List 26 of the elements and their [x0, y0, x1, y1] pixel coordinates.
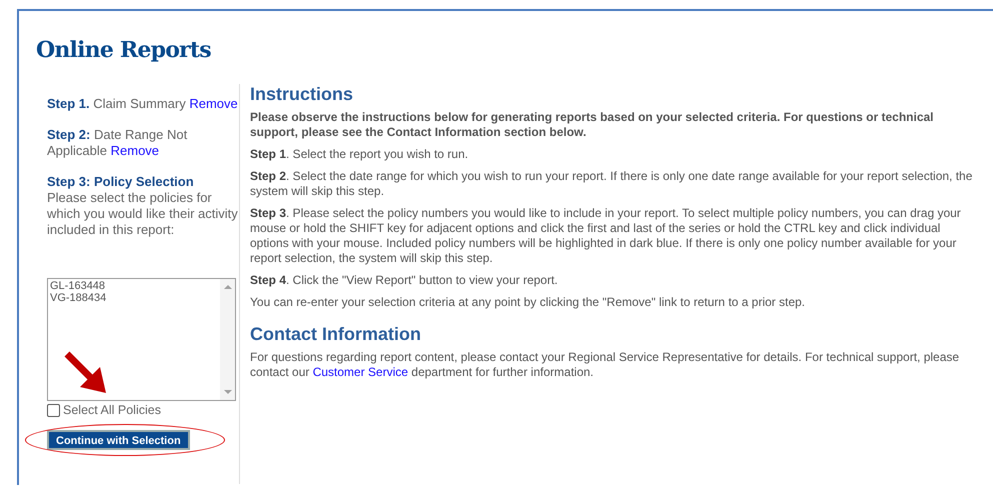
customer-service-link[interactable]: Customer Service	[312, 365, 408, 379]
section-heading: Instructions	[250, 84, 354, 104]
page-title: Online Reports	[36, 37, 212, 63]
scroll-down-icon[interactable]	[224, 390, 232, 394]
instruction-text: Step 4. Click the "View Report" button to view your report.	[250, 273, 559, 288]
intro-text: Please observe the instructions below for generating reports based on your selected criteria. For questions or technical support, please see the Contact Information section below.	[250, 110, 935, 140]
arrow-drawing	[64, 351, 108, 395]
policy-option[interactable]: VG-188434	[50, 292, 218, 304]
remove-link[interactable]: Remove	[110, 143, 160, 158]
policy-option[interactable]: GL-163448	[50, 280, 218, 292]
continue-button[interactable]: Continue with Selection	[47, 430, 190, 450]
contact-text: For questions regarding report content, please contact your Regional Service Representative for details. For technical support, please contact our Customer Service department for further information.	[250, 350, 960, 380]
remove-link[interactable]: Remove	[189, 96, 238, 111]
scrollbar[interactable]	[220, 279, 235, 400]
instruction-text: Step 3. Please select the policy numbers you would like to include in your report. To select multiple policy numbers, you can drag your mouse or hold the SHIFT key for adjacent options and click the first and last of the series or hold the CTRL key and click individual options with your mouse. Included policy numbers will be highlighted in dark blue. If there is only one policy number available for your report selection, the system will skip this step.	[250, 206, 962, 266]
instruction-text: You can re-enter your selection criteria at any point by clicking the "Remove" link to return to a prior step.	[250, 295, 806, 310]
checkbox-label[interactable]: Select All Policies	[63, 402, 161, 418]
step-summary: Step 2: Date Range Not Applicable Remove	[47, 127, 188, 159]
policy-list[interactable]: GL-163448 VG-188434	[47, 278, 236, 401]
scroll-up-icon[interactable]	[224, 285, 232, 289]
step-summary: Step 3: Policy Selection Please select the policies for which you would like their activity included in this report:	[47, 174, 239, 238]
instruction-text: Step 1. Select the report you wish to run.	[250, 147, 470, 162]
step-summary: Step 1. Claim Summary Remove	[47, 96, 239, 112]
instruction-text: Step 2. Select the date range for which you wish to run your report. If there is only one date range available for your report selection, the system will skip this step.	[250, 169, 973, 199]
select-all-checkbox[interactable]	[47, 404, 60, 416]
section-heading: Contact Information	[250, 324, 422, 344]
